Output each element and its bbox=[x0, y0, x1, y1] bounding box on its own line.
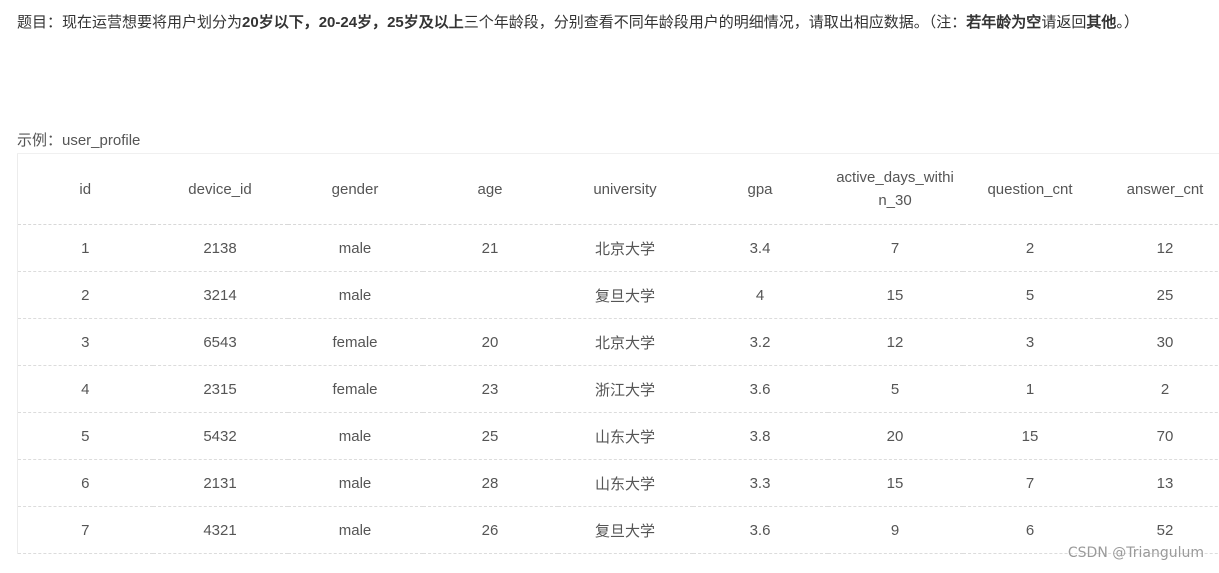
table-cell-gender: male bbox=[287, 459, 423, 507]
table-cell-gpa: 3.2 bbox=[692, 318, 828, 366]
table-cell-gender: male bbox=[287, 412, 423, 460]
table-cell-age: 28 bbox=[422, 459, 558, 507]
table-cell-gender: male bbox=[287, 506, 423, 554]
table-row: 5 5432 male 25 山东大学 3.8 20 15 70 bbox=[17, 412, 1219, 460]
problem-segment-bold: 其他 bbox=[1086, 14, 1117, 31]
table-cell-device-id: 2315 bbox=[152, 365, 288, 413]
problem-segment: 请返回 bbox=[1041, 14, 1087, 31]
table-row: 6 2131 male 28 山东大学 3.3 15 7 13 bbox=[17, 459, 1219, 507]
table-cell-id: 3 bbox=[17, 318, 153, 366]
table-cell-id: 6 bbox=[17, 459, 153, 507]
table-cell-gpa: 3.3 bbox=[692, 459, 828, 507]
table-cell-device-id: 2131 bbox=[152, 459, 288, 507]
csdn-watermark: CSDN @Triangulum bbox=[1067, 545, 1204, 561]
table-cell-question-cnt: 5 bbox=[962, 271, 1098, 319]
table-cell-id: 4 bbox=[17, 365, 153, 413]
table-cell-id: 7 bbox=[17, 506, 153, 554]
problem-segment-bold: 年龄为空 bbox=[981, 14, 1042, 31]
user-profile-table: id device_id gender age university gpa active_… bbox=[17, 153, 1219, 554]
table-cell-active-days-within-30: 15 bbox=[827, 459, 963, 507]
example-label: 示例：user_profile bbox=[17, 132, 141, 149]
table-cell-age: 20 bbox=[422, 318, 558, 366]
table-cell-age: 25 bbox=[422, 412, 558, 460]
table-row: 1 2138 male 21 北京大学 3.4 7 2 12 bbox=[17, 224, 1219, 272]
table-header: id device_id gender age university gpa active_… bbox=[17, 153, 1219, 225]
table-body: 1 2138 male 21 北京大学 3.4 7 2 12 2 3214 male 复旦大学 4 15 5 2… bbox=[17, 224, 1219, 554]
table-cell-age: 21 bbox=[422, 224, 558, 272]
table-cell-gpa: 3.4 bbox=[692, 224, 828, 272]
table-cell-active-days-within-30: 20 bbox=[827, 412, 963, 460]
table-cell-answer-cnt: 2 bbox=[1097, 365, 1219, 413]
column-header-university: university bbox=[557, 153, 693, 225]
table-cell-university: 山东大学 bbox=[557, 412, 693, 460]
problem-segment-bold: 若 bbox=[966, 14, 982, 31]
table-cell-device-id: 3214 bbox=[152, 271, 288, 319]
table-cell-age bbox=[422, 271, 558, 319]
table-cell-device-id: 6543 bbox=[152, 318, 288, 366]
table-row: 2 3214 male 复旦大学 4 15 5 25 bbox=[17, 271, 1219, 319]
table-cell-device-id: 5432 bbox=[152, 412, 288, 460]
table-cell-university: 复旦大学 bbox=[557, 506, 693, 554]
table-cell-question-cnt: 15 bbox=[962, 412, 1098, 460]
table-cell-gpa: 3.8 bbox=[692, 412, 828, 460]
table-cell-id: 2 bbox=[17, 271, 153, 319]
table-cell-university: 山东大学 bbox=[557, 459, 693, 507]
column-header-gpa: gpa bbox=[692, 153, 828, 225]
table-cell-university: 北京大学 bbox=[557, 224, 693, 272]
table-cell-question-cnt: 2 bbox=[962, 224, 1098, 272]
table-header-row: id device_id gender age university gpa active_… bbox=[17, 153, 1219, 225]
table-cell-answer-cnt: 70 bbox=[1097, 412, 1219, 460]
column-header-age: age bbox=[422, 153, 558, 225]
table-cell-device-id: 4321 bbox=[152, 506, 288, 554]
problem-segment-bold: 20岁以下，20-24岁，25岁及以上 bbox=[242, 14, 464, 31]
column-header-active-days-within-30: active_days_within_30 bbox=[827, 153, 963, 225]
table-cell-age: 26 bbox=[422, 506, 558, 554]
table-cell-university: 复旦大学 bbox=[557, 271, 693, 319]
table-cell-active-days-within-30: 5 bbox=[827, 365, 963, 413]
table-cell-question-cnt: 1 bbox=[962, 365, 1098, 413]
problem-segment: 题目：现在运营想要将用户划分为 bbox=[17, 14, 243, 31]
table-cell-active-days-within-30: 12 bbox=[827, 318, 963, 366]
column-header-id: id bbox=[17, 153, 153, 225]
table-cell-answer-cnt: 12 bbox=[1097, 224, 1219, 272]
table-row: 7 4321 male 26 复旦大学 3.6 9 6 52 bbox=[17, 506, 1219, 554]
table-cell-active-days-within-30: 9 bbox=[827, 506, 963, 554]
table-cell-question-cnt: 7 bbox=[962, 459, 1098, 507]
problem-statement: 题目：现在运营想要将用户划分为20岁以下，20-24岁，25岁及以上三个年龄段，… bbox=[17, 10, 1187, 35]
table-cell-answer-cnt: 13 bbox=[1097, 459, 1219, 507]
table-cell-gpa: 4 bbox=[692, 271, 828, 319]
table-cell-answer-cnt: 30 bbox=[1097, 318, 1219, 366]
table-cell-question-cnt: 3 bbox=[962, 318, 1098, 366]
column-header-gender: gender bbox=[287, 153, 423, 225]
table-row: 3 6543 female 20 北京大学 3.2 12 3 30 bbox=[17, 318, 1219, 366]
table-cell-university: 浙江大学 bbox=[557, 365, 693, 413]
table-row: 4 2315 female 23 浙江大学 3.6 5 1 2 bbox=[17, 365, 1219, 413]
problem-segment: 三个年龄段，分别查看不同年龄段用户的明细情况，请取出相应数据。（注： bbox=[463, 14, 967, 31]
table-cell-device-id: 2138 bbox=[152, 224, 288, 272]
table-cell-gpa: 3.6 bbox=[692, 365, 828, 413]
table-cell-id: 1 bbox=[17, 224, 153, 272]
table-cell-answer-cnt: 25 bbox=[1097, 271, 1219, 319]
table-cell-university: 北京大学 bbox=[557, 318, 693, 366]
table-cell-active-days-within-30: 7 bbox=[827, 224, 963, 272]
table-cell-gpa: 3.6 bbox=[692, 506, 828, 554]
problem-segment: 。） bbox=[1116, 14, 1139, 31]
column-header-answer-cnt: answer_cnt bbox=[1097, 153, 1219, 225]
table-cell-id: 5 bbox=[17, 412, 153, 460]
table-cell-gender: female bbox=[287, 365, 423, 413]
table-cell-gender: male bbox=[287, 271, 423, 319]
column-header-question-cnt: question_cnt bbox=[962, 153, 1098, 225]
table-cell-gender: female bbox=[287, 318, 423, 366]
table-cell-age: 23 bbox=[422, 365, 558, 413]
table-cell-gender: male bbox=[287, 224, 423, 272]
table-cell-active-days-within-30: 15 bbox=[827, 271, 963, 319]
user-profile-table-container: id device_id gender age university gpa active_… bbox=[17, 153, 1219, 554]
column-header-device-id: device_id bbox=[152, 153, 288, 225]
